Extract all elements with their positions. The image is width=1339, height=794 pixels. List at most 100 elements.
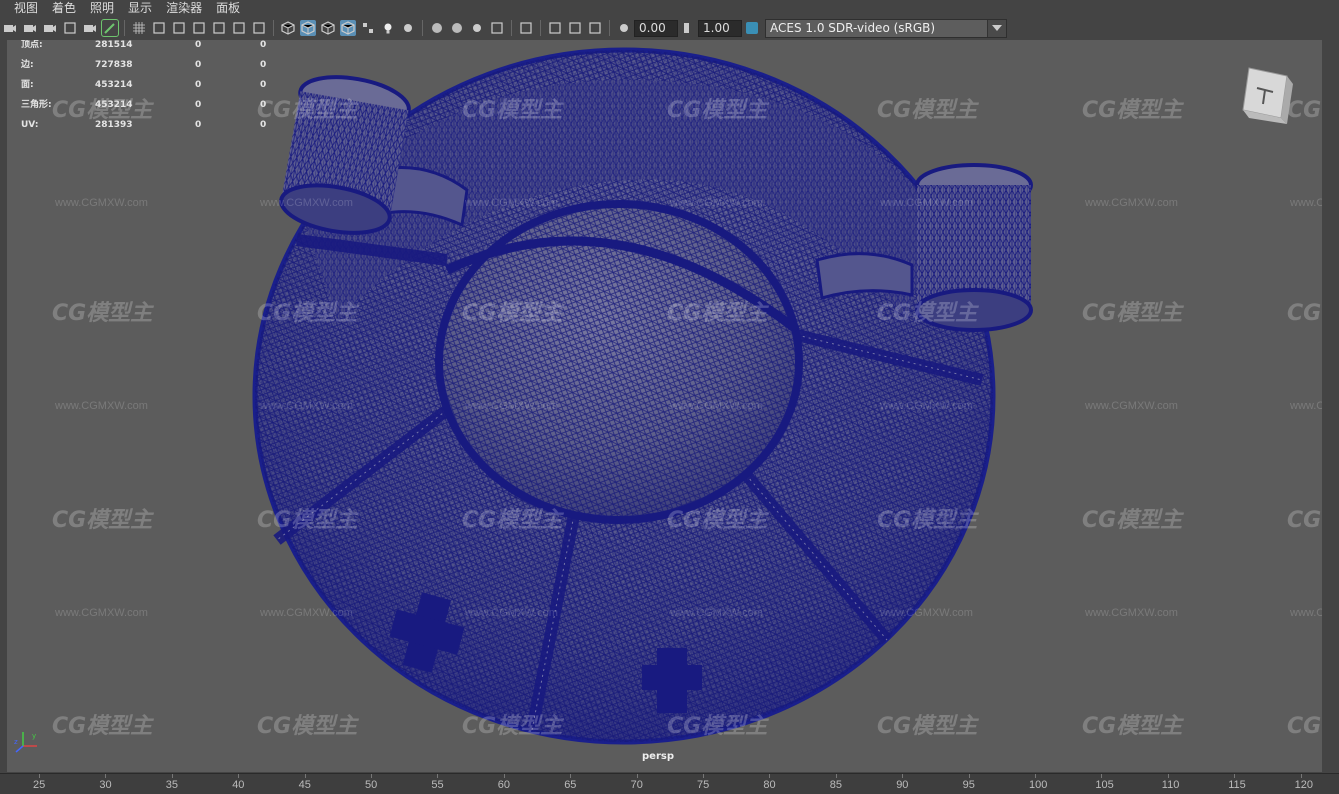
- time-slider[interactable]: 25 30 35 40 45 50 55 60 65 70 75 80 85 90 95 100 105 110 1…: [0, 773, 1339, 794]
- smooth-shade-icon[interactable]: [251, 20, 267, 36]
- watermark-url: www.CGMXW.com: [1290, 607, 1322, 619]
- wireframe-on-shaded-icon[interactable]: [280, 20, 296, 36]
- timeline-tick-label: 120: [1294, 779, 1313, 791]
- exposure-icon[interactable]: [547, 20, 563, 36]
- timeline-tick-mark: [1101, 774, 1103, 778]
- timeline-tick-label: 105: [1095, 779, 1114, 791]
- timeline-tick-mark: [371, 774, 372, 778]
- wireframe-icon[interactable]: [231, 20, 247, 36]
- watermark-logo: CG模型主: [1287, 301, 1322, 326]
- watermark-url: www.CGMXW.com: [55, 197, 148, 209]
- toolbar-separator: [422, 20, 423, 36]
- watermark-url: www.CGMXW.com: [260, 197, 353, 209]
- menu-item-2[interactable]: 照明: [84, 0, 122, 16]
- xray-icon[interactable]: [469, 20, 485, 36]
- watermark-url: www.CGMXW.com: [880, 400, 973, 412]
- camera-name-label: persp: [642, 751, 674, 762]
- screen-space-ao-icon[interactable]: [360, 20, 376, 36]
- menu-item-3[interactable]: 显示: [122, 0, 160, 16]
- depth-of-field-icon[interactable]: [429, 20, 445, 36]
- hud-b: 0: [260, 80, 267, 90]
- watermark-logo: CG模型主: [667, 98, 768, 123]
- exposure-field[interactable]: 0.00: [634, 19, 678, 37]
- color-space-dropdown[interactable]: ACES 1.0 SDR-video (sRGB): [765, 18, 1007, 38]
- gate-mask-icon[interactable]: [151, 20, 167, 36]
- safe-action-icon[interactable]: [191, 20, 207, 36]
- film-gate-icon[interactable]: [101, 19, 119, 37]
- watermark-logo: CG模型主: [1082, 301, 1183, 326]
- gamma-field[interactable]: 1.00: [698, 19, 742, 37]
- bookmark-icon[interactable]: [42, 20, 58, 36]
- multisample-aa-icon[interactable]: [400, 20, 416, 36]
- svg-text:y: y: [32, 732, 36, 740]
- chevron-down-icon[interactable]: [987, 19, 1006, 37]
- timeline-tick-label: 65: [564, 779, 577, 791]
- timeline-tick-mark: [636, 774, 638, 778]
- backface-culling-icon[interactable]: [518, 20, 534, 36]
- shadows-icon[interactable]: [340, 20, 356, 36]
- field-chart-icon[interactable]: [171, 20, 187, 36]
- menu-item-5[interactable]: 面板: [210, 0, 248, 16]
- resolution-gate-icon[interactable]: [131, 20, 147, 36]
- menu-item-4[interactable]: 渲染器: [160, 0, 210, 16]
- watermark-logo: CG模型主: [257, 301, 358, 326]
- watermark-url: www.CGMXW.com: [55, 400, 148, 412]
- watermark-url: www.CGMXW.com: [670, 400, 763, 412]
- timeline-tick-label: 90: [896, 779, 909, 791]
- timeline-tick-mark: [703, 774, 704, 778]
- timeline-tick-label: 110: [1161, 779, 1180, 791]
- color-management-icon[interactable]: [587, 20, 603, 36]
- toolbar-separator: [511, 20, 512, 36]
- toolbar-separator: [124, 20, 125, 36]
- watermark-url: www.CGMXW.com: [1290, 197, 1322, 209]
- hud-b: 0: [260, 120, 267, 130]
- textured-icon[interactable]: [300, 20, 316, 36]
- xray-joints-icon[interactable]: [489, 20, 505, 36]
- gamma-icon[interactable]: [680, 20, 696, 36]
- hud-label: 顶点:: [21, 40, 43, 50]
- timeline-tick-label: 40: [232, 779, 245, 791]
- lights-icon[interactable]: [320, 20, 336, 36]
- timeline-tick-mark: [902, 774, 904, 778]
- hud-a: 0: [195, 120, 202, 130]
- timeline-tick-mark: [1035, 774, 1036, 778]
- timeline-tick-mark: [437, 774, 439, 778]
- timeline-tick-mark: [769, 774, 771, 778]
- motion-blur-icon[interactable]: [380, 20, 396, 36]
- timeline-tick-label: 30: [99, 779, 112, 791]
- hud-a: 0: [195, 80, 202, 90]
- watermark-logo: CG模型主: [877, 301, 978, 326]
- 3d-viewport[interactable]: CG模型主 www.CGMXW.com CG模型主 www.CGMXW.com CG模型…: [7, 40, 1322, 772]
- svg-text:z: z: [14, 738, 18, 746]
- select-camera-icon[interactable]: [2, 20, 18, 36]
- hud-b: 0: [260, 100, 267, 110]
- axis-gizmo-icon: y z: [14, 732, 37, 753]
- view-cube-icon[interactable]: [1235, 62, 1295, 128]
- watermark-logo: CG模型主: [1082, 98, 1183, 123]
- color-management-icon[interactable]: [744, 20, 760, 36]
- watermark-url: www.CGMXW.com: [465, 400, 558, 412]
- select-camera-icon[interactable]: [616, 20, 632, 36]
- watermark-logo: CG模型主: [1082, 508, 1183, 533]
- watermark-url: www.CGMXW.com: [1085, 607, 1178, 619]
- watermark-logo: CG模型主: [462, 508, 563, 533]
- menu-item-1[interactable]: 着色: [46, 0, 84, 16]
- watermark-logo: CG模型主: [667, 508, 768, 533]
- hud-label: UV:: [21, 120, 39, 130]
- watermark-url: www.CGMXW.com: [1085, 197, 1178, 209]
- grid-icon[interactable]: [82, 20, 98, 36]
- hud-label: 三角形:: [21, 100, 52, 110]
- timeline-tick-mark: [171, 774, 173, 778]
- image-plane-icon[interactable]: [62, 20, 78, 36]
- gamma-icon[interactable]: [567, 20, 583, 36]
- hud-value: 453214: [95, 80, 133, 90]
- viewport-left-border: [0, 40, 7, 773]
- hud-value: 727838: [95, 60, 133, 70]
- toolbar-separator: [273, 20, 274, 36]
- watermark-logo: CG模型主: [1082, 714, 1183, 739]
- isolate-select-icon[interactable]: [449, 20, 465, 36]
- watermark-url: www.CGMXW.com: [1085, 400, 1178, 412]
- camera-attributes-icon[interactable]: [22, 20, 38, 36]
- safe-title-icon[interactable]: [211, 20, 227, 36]
- menu-item-0[interactable]: 视图: [0, 0, 46, 16]
